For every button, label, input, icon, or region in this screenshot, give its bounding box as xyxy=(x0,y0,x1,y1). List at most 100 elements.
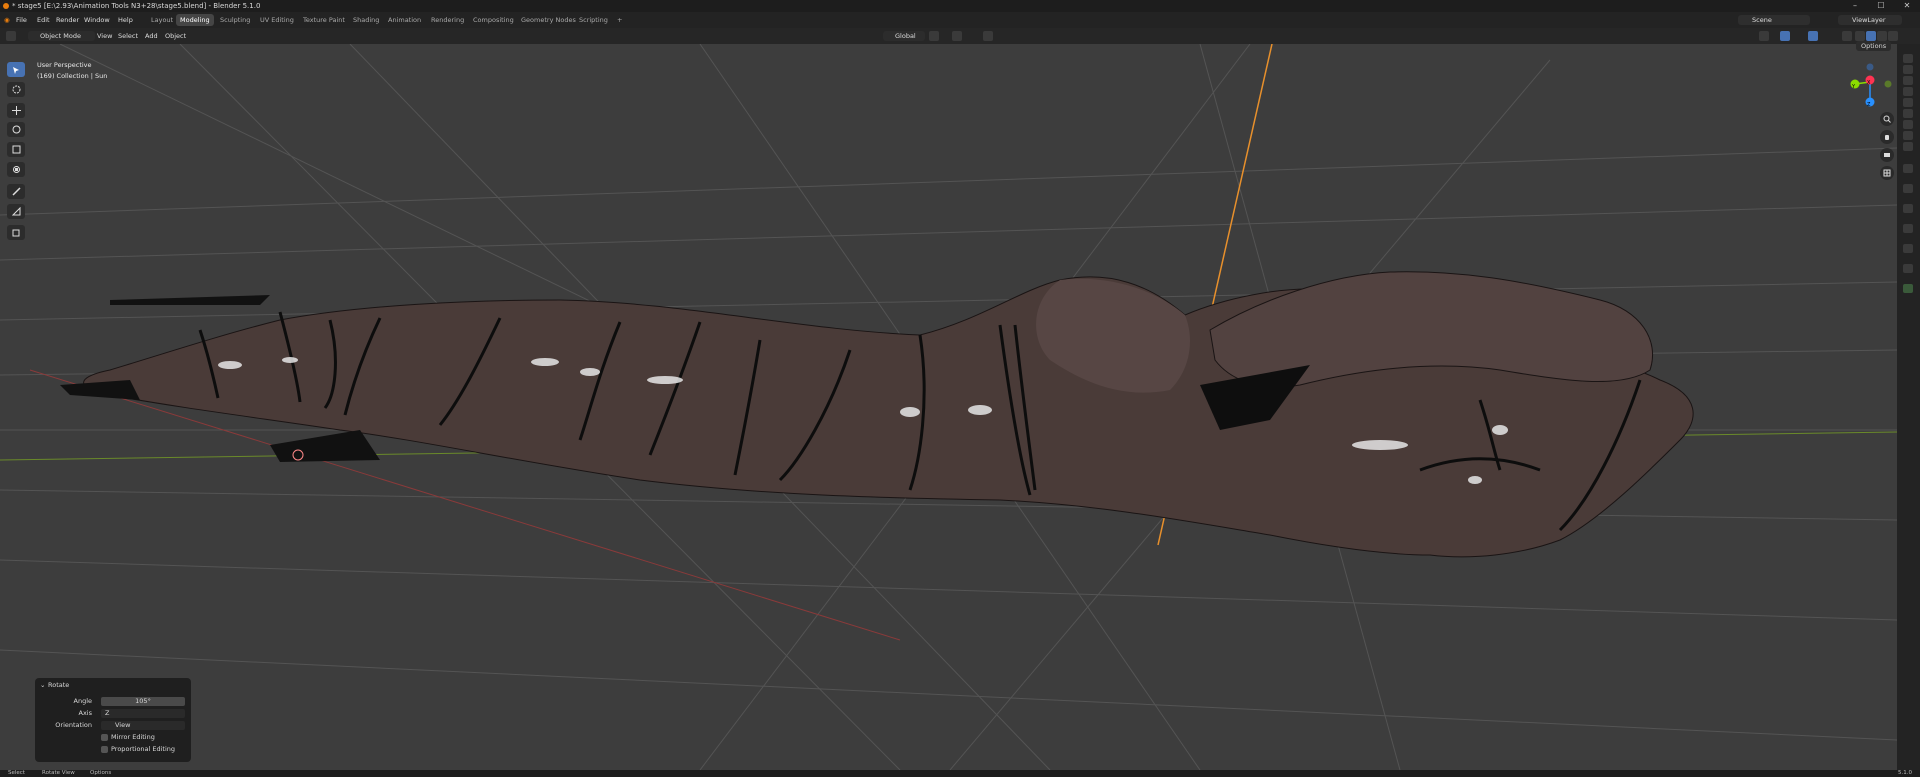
tab-texture-paint[interactable]: Texture Paint xyxy=(299,14,349,26)
particles-properties-icon[interactable] xyxy=(1903,164,1913,173)
scene-properties-icon[interactable] xyxy=(1903,98,1913,107)
collection-info: (169) Collection | Sun xyxy=(37,72,108,80)
ortho-grid-icon[interactable] xyxy=(1880,166,1894,180)
world-properties-icon[interactable] xyxy=(1903,109,1913,118)
modifier-properties-icon[interactable] xyxy=(1903,142,1913,151)
viewport-header: Object Mode View Select Add Object Globa… xyxy=(0,28,1920,44)
top-menu-bar: ◉ File Edit Render Window Help Layout Mo… xyxy=(0,12,1920,28)
snap-icon[interactable] xyxy=(952,31,962,41)
gizmo-y-label[interactable]: Y xyxy=(1852,84,1855,90)
version-label: 5.1.0 xyxy=(1898,770,1912,776)
proportional-editing-label: Proportional Editing xyxy=(111,745,176,753)
shading-wireframe-icon[interactable] xyxy=(1855,31,1865,41)
texture-properties-icon[interactable] xyxy=(1903,264,1913,273)
minimize-button[interactable]: – xyxy=(1844,0,1866,12)
gizmo-z-label[interactable]: Z xyxy=(1867,102,1870,108)
pivot-icon[interactable] xyxy=(929,31,939,41)
perspective-label: User Perspective xyxy=(37,61,92,69)
collapse-chevron-icon[interactable]: ⌄ xyxy=(40,680,45,691)
object-properties-icon[interactable] xyxy=(1903,131,1913,140)
tab-shading[interactable]: Shading xyxy=(349,14,383,26)
adjust-last-operation-panel: ⌄ Rotate Angle 105° Axis Z Orientation V… xyxy=(35,678,191,762)
title-bar: * stage5 [E:\2.93\Animation Tools N3+28\… xyxy=(0,0,1920,12)
menu-add[interactable]: Add xyxy=(145,28,158,44)
tool-properties-icon[interactable] xyxy=(1903,54,1913,63)
shading-rendered-icon[interactable] xyxy=(1888,31,1898,41)
editor-type-icon[interactable] xyxy=(6,31,16,41)
view-layer-selector[interactable]: ViewLayer xyxy=(1838,15,1902,25)
tab-modeling[interactable]: Modeling xyxy=(176,14,214,26)
viewport-scene xyxy=(0,44,1897,770)
pan-hand-icon[interactable] xyxy=(1880,130,1894,144)
add-workspace-button[interactable]: + xyxy=(613,14,626,26)
angle-label: Angle xyxy=(73,697,93,705)
constraints-properties-icon[interactable] xyxy=(1903,204,1913,213)
operator-title: Rotate xyxy=(48,681,70,689)
menu-render[interactable]: Render xyxy=(56,12,79,28)
blender-logo-icon xyxy=(3,3,9,9)
material-properties-icon[interactable] xyxy=(1903,244,1913,253)
output-properties-icon[interactable] xyxy=(1903,76,1913,85)
orientation-label: Orientation xyxy=(55,721,92,729)
annotate-tool-icon[interactable] xyxy=(7,184,25,199)
axis-label: Axis xyxy=(78,709,93,717)
maximize-button[interactable]: ☐ xyxy=(1870,0,1892,12)
tab-geometry-nodes[interactable]: Geometry Nodes xyxy=(517,14,580,26)
scale-tool-icon[interactable] xyxy=(7,142,25,157)
rotate-tool-icon[interactable] xyxy=(7,122,25,137)
menu-help[interactable]: Help xyxy=(118,12,133,28)
mode-selector[interactable]: Object Mode xyxy=(28,31,95,41)
tab-layout[interactable]: Layout xyxy=(147,14,177,26)
axis-dropdown[interactable]: Z xyxy=(101,709,185,718)
move-tool-icon[interactable] xyxy=(7,103,25,118)
scene-selector[interactable]: Scene xyxy=(1738,15,1810,25)
blender-menu-icon[interactable]: ◉ xyxy=(4,12,10,28)
tab-compositing[interactable]: Compositing xyxy=(469,14,518,26)
tab-uv-editing[interactable]: UV Editing xyxy=(256,14,298,26)
menu-select[interactable]: Select xyxy=(118,28,138,44)
proportional-editing-checkbox[interactable] xyxy=(101,746,108,753)
close-button[interactable]: ✕ xyxy=(1896,0,1918,12)
collection-properties-icon[interactable] xyxy=(1903,120,1913,129)
camera-view-icon[interactable] xyxy=(1880,148,1894,162)
tab-sculpting[interactable]: Sculpting xyxy=(216,14,254,26)
transform-tool-icon[interactable] xyxy=(7,162,25,177)
view-layer-properties-icon[interactable] xyxy=(1903,87,1913,96)
menu-view[interactable]: View xyxy=(97,28,112,44)
status-rotate-view-hint: Rotate View xyxy=(42,770,75,776)
xray-icon[interactable] xyxy=(1842,31,1852,41)
angle-field[interactable]: 105° xyxy=(101,697,185,706)
light-properties-icon[interactable] xyxy=(1903,284,1913,293)
overlay-toggle-icon[interactable] xyxy=(1808,31,1818,41)
mirror-editing-checkbox[interactable] xyxy=(101,734,108,741)
cursor-tool-icon[interactable] xyxy=(7,82,25,97)
transform-orientation-selector[interactable]: Global xyxy=(883,31,925,41)
tab-animation[interactable]: Animation xyxy=(384,14,425,26)
zoom-icon[interactable] xyxy=(1880,112,1894,126)
menu-object[interactable]: Object xyxy=(165,28,186,44)
menu-window[interactable]: Window xyxy=(84,12,110,28)
gizmo-toggle-icon[interactable] xyxy=(1780,31,1790,41)
window-title: * stage5 [E:\2.93\Animation Tools N3+28\… xyxy=(12,2,261,10)
visibility-icon[interactable] xyxy=(1759,31,1769,41)
data-properties-icon[interactable] xyxy=(1903,224,1913,233)
mirror-editing-label: Mirror Editing xyxy=(111,733,155,741)
add-cube-tool-icon[interactable] xyxy=(7,225,25,240)
proportional-icon[interactable] xyxy=(983,31,993,41)
menu-file[interactable]: File xyxy=(16,12,27,28)
select-box-tool-icon[interactable] xyxy=(7,62,25,77)
status-select-hint: Select xyxy=(8,770,25,776)
tab-rendering[interactable]: Rendering xyxy=(427,14,468,26)
shading-material-icon[interactable] xyxy=(1877,31,1887,41)
render-properties-icon[interactable] xyxy=(1903,65,1913,74)
gizmo-x-label[interactable]: X xyxy=(1867,80,1870,86)
tab-scripting[interactable]: Scripting xyxy=(575,14,612,26)
orientation-dropdown[interactable]: View xyxy=(101,721,185,730)
menu-edit[interactable]: Edit xyxy=(37,12,50,28)
physics-properties-icon[interactable] xyxy=(1903,184,1913,193)
options-button[interactable]: Options xyxy=(1856,41,1892,51)
shading-solid-icon[interactable] xyxy=(1866,31,1876,41)
3d-viewport[interactable]: User Perspective (169) Collection | Sun … xyxy=(0,41,1897,770)
measure-tool-icon[interactable] xyxy=(7,204,25,219)
status-bar: Select Rotate View Options 5.1.0 xyxy=(0,770,1920,777)
